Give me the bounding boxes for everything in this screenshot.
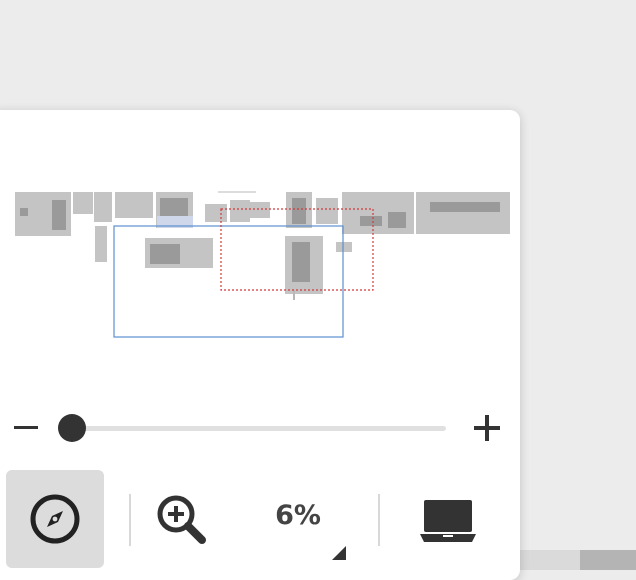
navigator-toolbar: 6% (6, 470, 506, 568)
laptop-icon (420, 500, 476, 542)
zoom-slider[interactable] (58, 414, 446, 442)
dropdown-corner-icon (332, 546, 346, 560)
navigator-button[interactable] (6, 470, 104, 568)
zoom-plus-button[interactable] (472, 413, 502, 443)
zoom-level-dropdown[interactable]: 6% (256, 500, 340, 531)
toolbar-divider (378, 494, 380, 546)
compass-icon (30, 494, 80, 544)
navigator-panel: 6% (0, 110, 520, 580)
zoom-out-button[interactable] (12, 414, 40, 442)
device-preview-button[interactable] (418, 496, 478, 546)
minimap-canvas[interactable] (0, 180, 520, 350)
minimap[interactable] (0, 180, 520, 350)
zoom-slider-thumb[interactable] (58, 414, 86, 442)
toolbar-divider (129, 494, 131, 546)
zoom-in-icon (157, 495, 206, 544)
background-strip (520, 550, 580, 570)
zoom-slider-track[interactable] (58, 426, 446, 431)
zoom-in-button[interactable] (154, 492, 210, 548)
background-strip-dark (580, 550, 636, 570)
